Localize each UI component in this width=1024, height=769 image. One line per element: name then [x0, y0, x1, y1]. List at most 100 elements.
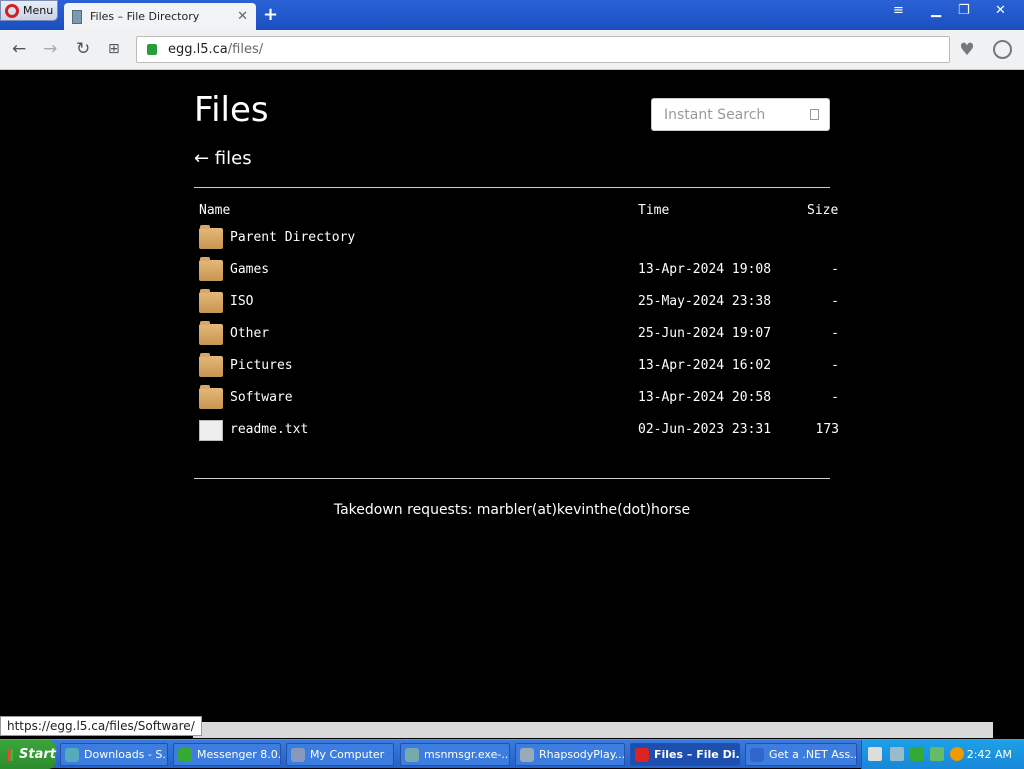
table-row[interactable]: readme.txt 02-Jun-2023 23:31 173: [199, 418, 839, 446]
file-time: 13-Apr-2024 19:08: [638, 262, 772, 277]
taskbar-button-label: Get a .NET Ass...: [769, 748, 857, 761]
browser-titlebar: Menu Files – File Directory ✕ + ≡ ▁ ❐ ✕: [0, 0, 1024, 30]
taskbar-button-label: Files – File Di...: [654, 748, 740, 761]
keyboard-icon[interactable]: [868, 747, 882, 761]
taskbar-button[interactable]: My Computer: [286, 743, 394, 766]
minimize-icon[interactable]: ▁: [931, 3, 941, 18]
file-size: -: [831, 294, 839, 309]
table-row[interactable]: ISO 25-May-2024 23:38 -: [199, 289, 839, 318]
taskbar-button[interactable]: msnmsgr.exe-...: [400, 743, 510, 766]
text-file-icon: [199, 420, 223, 441]
tab-files-directory[interactable]: Files – File Directory ✕: [64, 3, 256, 30]
file-name[interactable]: Games: [230, 262, 269, 277]
menu-label: Menu: [23, 4, 54, 17]
search-tray-icon[interactable]: [950, 747, 964, 761]
forward-icon[interactable]: →: [43, 39, 57, 59]
system-tray: 2:42 AM: [861, 740, 1024, 769]
taskbar-app-icon: [291, 747, 305, 762]
column-header-size[interactable]: Size: [807, 203, 838, 218]
navigation-bar: ← → ↻ ⊞ egg.l5.ca /files/ ♥: [0, 30, 1024, 70]
search-placeholder: Instant Search: [664, 106, 766, 123]
file-time: 25-Jun-2024 19:07: [638, 326, 772, 341]
file-size: -: [831, 262, 839, 277]
search-input[interactable]: Instant Search: [651, 98, 830, 131]
folder-icon: [199, 289, 223, 313]
reload-icon[interactable]: ↻: [76, 39, 90, 59]
taskbar-button-label: Messenger 8.0...: [197, 748, 281, 761]
taskbar-button[interactable]: Downloads - S...: [60, 743, 168, 766]
taskbar-app-icon: [520, 747, 534, 762]
address-bar[interactable]: egg.l5.ca /files/: [136, 36, 950, 63]
file-size: -: [831, 326, 839, 341]
file-size: -: [831, 358, 839, 373]
file-name[interactable]: Parent Directory: [230, 230, 355, 245]
file-time: 13-Apr-2024 20:58: [638, 390, 772, 405]
back-link[interactable]: ← files: [194, 148, 252, 169]
tab-menu-icon[interactable]: ≡: [893, 3, 904, 18]
taskbar-button[interactable]: RhapsodyPlay...: [515, 743, 625, 766]
network-icon[interactable]: [890, 747, 904, 761]
taskbar-app-icon: [405, 747, 419, 762]
taskbar-button-label: Downloads - S...: [84, 748, 168, 761]
taskbar-app-icon: [65, 747, 79, 762]
folder-icon: [199, 385, 223, 409]
folder-icon: [199, 257, 223, 281]
column-header-name[interactable]: Name: [199, 203, 230, 218]
table-row[interactable]: Software 13-Apr-2024 20:58 -: [199, 385, 839, 414]
folder-icon: [199, 321, 223, 345]
taskbar-app-icon: [750, 747, 764, 762]
taskbar-app-icon: [635, 747, 649, 762]
taskbar-button-label: My Computer: [310, 748, 385, 761]
table-row[interactable]: Pictures 13-Apr-2024 16:02 -: [199, 353, 839, 382]
tab-title: Files – File Directory: [90, 10, 200, 23]
table-row[interactable]: Parent Directory: [199, 225, 839, 254]
heart-icon[interactable]: ♥: [951, 36, 983, 63]
taskbar-button[interactable]: Get a .NET Ass...: [745, 743, 857, 766]
update-icon[interactable]: [930, 747, 944, 761]
start-label: Start: [19, 747, 56, 762]
page-title: Files: [194, 90, 269, 130]
file-time: 13-Apr-2024 16:02: [638, 358, 772, 373]
search-icon: [810, 109, 819, 120]
takedown-notice: Takedown requests: marbler(at)kevinthe(d…: [333, 502, 691, 518]
file-name[interactable]: Software: [230, 390, 293, 405]
page-content: Files Instant Search ← files Name Time S…: [0, 70, 1024, 720]
column-header-time[interactable]: Time: [638, 203, 669, 218]
messenger-tray-icon[interactable]: [910, 747, 924, 761]
speed-dial-icon[interactable]: ⊞: [108, 41, 120, 57]
clock: 2:42 AM: [966, 748, 1012, 761]
file-time: 25-May-2024 23:38: [638, 294, 772, 309]
taskbar-button[interactable]: Files – File Di...: [630, 743, 740, 766]
url-path: /files/: [227, 42, 264, 57]
file-name[interactable]: Other: [230, 326, 269, 341]
profile-icon[interactable]: [993, 40, 1012, 59]
file-name[interactable]: Pictures: [230, 358, 293, 373]
start-button[interactable]: Start: [0, 740, 56, 769]
file-name[interactable]: readme.txt: [230, 422, 308, 437]
top-divider: [194, 187, 830, 188]
restore-icon[interactable]: ❐: [958, 3, 970, 18]
file-name[interactable]: ISO: [230, 294, 253, 309]
parent-folder-icon: [199, 225, 223, 249]
taskbar-button[interactable]: Messenger 8.0...: [173, 743, 281, 766]
horizontal-scrollbar[interactable]: [193, 722, 993, 738]
tab-favicon-icon: [72, 9, 82, 24]
tab-close-icon[interactable]: ✕: [237, 9, 248, 24]
close-window-icon[interactable]: ✕: [995, 3, 1006, 18]
url-host: egg.l5.ca: [168, 42, 228, 57]
file-size: -: [831, 390, 839, 405]
lock-icon: [147, 44, 157, 55]
browser-menu-button[interactable]: Menu: [0, 0, 58, 21]
file-time: 02-Jun-2023 23:31: [638, 422, 772, 437]
table-row[interactable]: Games 13-Apr-2024 19:08 -: [199, 257, 839, 286]
new-tab-button[interactable]: +: [263, 4, 278, 25]
back-icon[interactable]: ←: [12, 39, 26, 59]
bottom-divider: [194, 478, 830, 479]
windows-logo-icon: [8, 748, 14, 761]
file-size: 173: [815, 422, 839, 437]
taskbar: Start Downloads - S... Messenger 8.0... My…: [0, 739, 1024, 769]
folder-icon: [199, 353, 223, 377]
opera-logo-icon: [5, 3, 19, 18]
table-row[interactable]: Other 25-Jun-2024 19:07 -: [199, 321, 839, 350]
taskbar-button-label: msnmsgr.exe-...: [424, 748, 510, 761]
